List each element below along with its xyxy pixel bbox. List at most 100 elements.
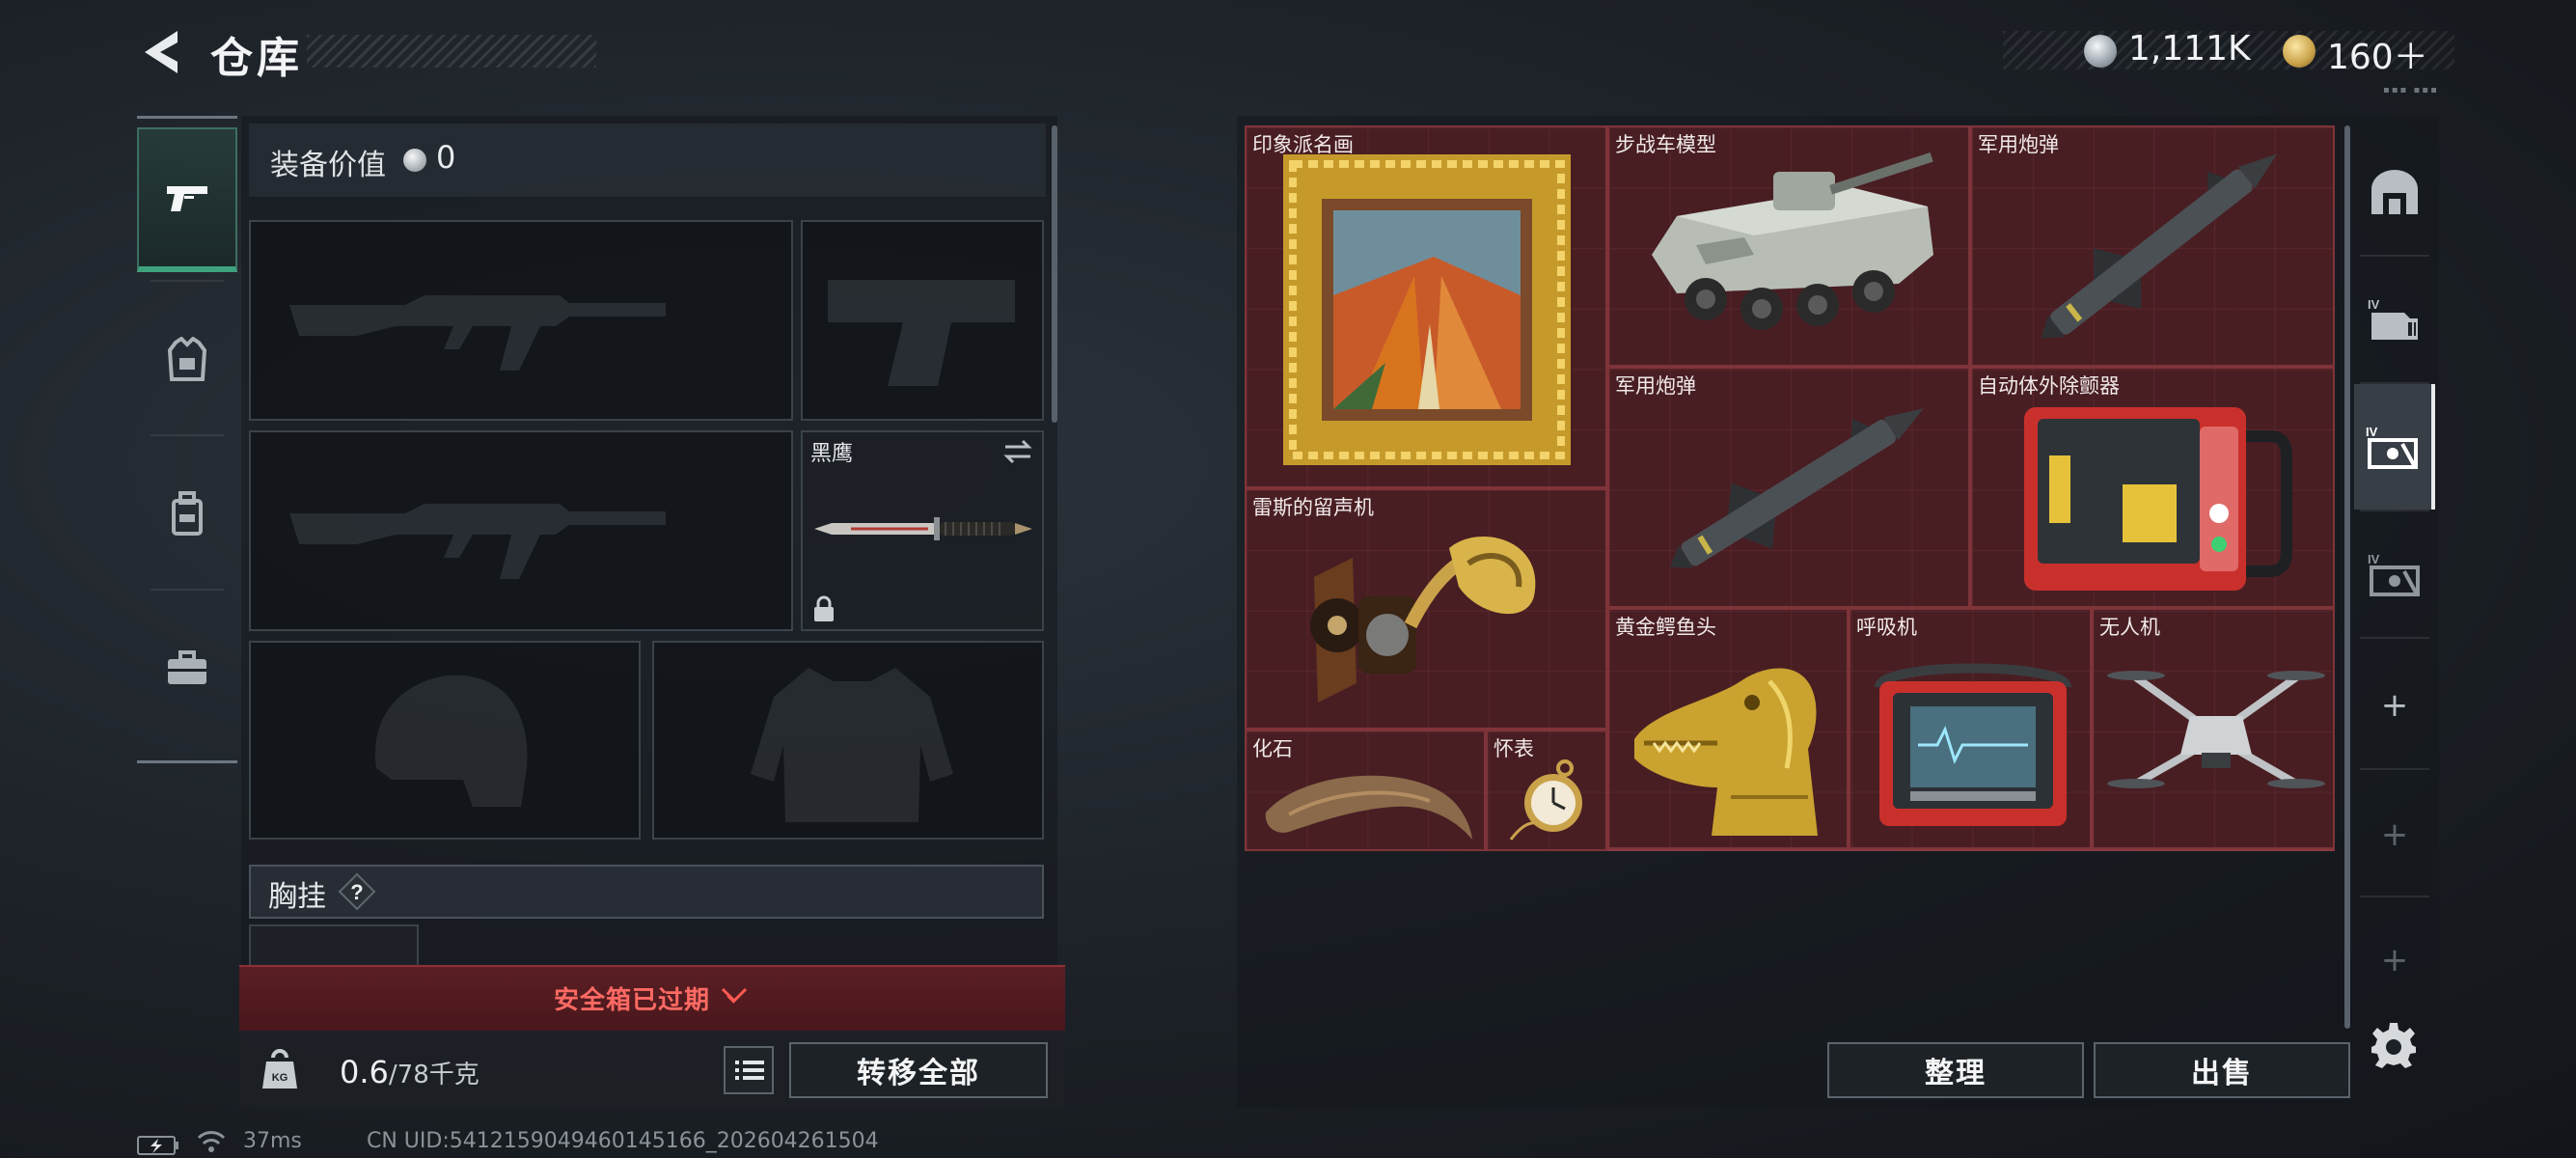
- armored-vehicle-model-icon: [1652, 152, 1933, 330]
- weight-icon: KG: [262, 1049, 297, 1089]
- back-arrow-icon[interactable]: [135, 25, 185, 79]
- melee-name: 黑鹰: [810, 442, 854, 466]
- storage-box-tool-icon: IV: [2368, 552, 2420, 596]
- weight-current: 0.6: [340, 1054, 389, 1090]
- defibrillator-icon: [2024, 407, 2292, 591]
- body-armor-slot[interactable]: [652, 641, 1044, 840]
- storage-tab-3[interactable]: IV: [2354, 384, 2435, 510]
- plus-icon: +: [2380, 686, 2409, 725]
- add-storage-button[interactable]: +: [2354, 643, 2435, 768]
- locked-storage-slot[interactable]: +: [2354, 897, 2435, 1023]
- silver-currency-value: 1,111K: [2128, 29, 2251, 69]
- list-icon: [735, 1061, 764, 1080]
- decoration-dots: ▪▪▪ ▪▪▪: [2383, 85, 2439, 96]
- warehouse-icon: [2371, 170, 2418, 214]
- wifi-icon: [197, 1131, 226, 1152]
- sell-button[interactable]: 出售: [2094, 1042, 2350, 1098]
- storage-item[interactable]: 雷斯的留声机: [1245, 488, 1607, 730]
- missile-icon: [2041, 153, 2278, 339]
- item-name: 无人机: [2099, 616, 2160, 639]
- equipment-value: 0: [436, 139, 456, 176]
- svg-text:IV: IV: [2368, 552, 2380, 566]
- category-armor[interactable]: [137, 288, 237, 432]
- pocket-watch-icon: [1509, 759, 1582, 841]
- helmet-slot[interactable]: [249, 641, 641, 840]
- silver-coin-icon: [403, 149, 426, 172]
- golden-crocodile-head-icon: [1634, 668, 1818, 836]
- plus-icon: +: [2380, 941, 2409, 979]
- rifle-silhouette-icon: [289, 504, 666, 579]
- chest-rig-slot[interactable]: [249, 924, 419, 969]
- title-decoration: [307, 35, 596, 68]
- backpack-icon: [172, 491, 203, 536]
- category-backpack[interactable]: [137, 442, 237, 587]
- pistol-icon: [167, 186, 207, 211]
- lock-icon: [814, 595, 834, 621]
- storage-item[interactable]: 印象派名画: [1245, 125, 1607, 488]
- storage-box-tool-icon: IV: [2366, 425, 2418, 469]
- melee-slot[interactable]: 黑鹰: [801, 430, 1044, 631]
- pistol-silhouette-icon: [828, 280, 1015, 386]
- locked-storage-slot[interactable]: +: [2354, 772, 2435, 897]
- storage-item[interactable]: 黄金鳄鱼头: [1607, 608, 1849, 849]
- category-case[interactable]: [137, 596, 237, 741]
- weight-readout: 0.6/78千克: [340, 1054, 480, 1090]
- weight-max: /78千克: [388, 1061, 480, 1089]
- storage-box-icon: IV: [2368, 297, 2418, 340]
- storage-item[interactable]: 怀表: [1486, 730, 1607, 851]
- chevron-down-icon[interactable]: [720, 984, 749, 1009]
- transfer-all-button[interactable]: 转移全部: [789, 1042, 1048, 1098]
- storage-tab-4[interactable]: IV: [2354, 511, 2435, 637]
- chest-rig-label: 胸挂: [268, 880, 326, 914]
- ping-value: 37ms: [243, 1129, 302, 1153]
- svg-text:KG: KG: [272, 1072, 288, 1084]
- armor-vest-icon: [167, 337, 207, 381]
- storage-tab-main[interactable]: [2354, 129, 2435, 255]
- combat-knife-icon: [814, 517, 1032, 540]
- page-title: 仓库: [210, 34, 303, 83]
- helmet-silhouette-icon: [374, 675, 528, 807]
- storage-item[interactable]: 军用炮弹: [1970, 125, 2335, 367]
- missile-icon: [1669, 408, 1924, 568]
- battery-charging-icon: [137, 1136, 178, 1155]
- storage-item[interactable]: 自动体外除颤器: [1970, 367, 2335, 608]
- list-view-button[interactable]: [724, 1046, 774, 1094]
- gramophone-icon: [1310, 536, 1536, 703]
- category-weapons[interactable]: [137, 127, 237, 272]
- equipment-scrollbar[interactable]: [1052, 125, 1057, 423]
- storage-tab-2[interactable]: IV: [2354, 257, 2435, 382]
- drone-icon: [2107, 671, 2325, 788]
- storage-item[interactable]: 化石: [1245, 730, 1486, 851]
- storage-item[interactable]: 军用炮弹: [1607, 367, 1970, 608]
- pistol-slot[interactable]: [801, 220, 1044, 421]
- storage-item[interactable]: 步战车模型: [1607, 125, 1970, 367]
- item-name: 呼吸机: [1856, 616, 1917, 639]
- user-uid: CN UID:5412159049460145166_202604261504: [367, 1129, 879, 1153]
- item-name: 雷斯的留声机: [1252, 496, 1374, 519]
- silver-coin-icon: [2084, 35, 2117, 68]
- item-name: 黄金鳄鱼头: [1615, 616, 1716, 639]
- rail-bottom-border: [137, 760, 237, 763]
- primary-weapon-slot-2[interactable]: [249, 430, 793, 631]
- storage-scrollbar[interactable]: [2344, 125, 2350, 1029]
- safe-box-status: 安全箱已过期: [554, 986, 711, 1015]
- storage-item[interactable]: 呼吸机: [1849, 608, 2092, 849]
- svg-text:IV: IV: [2366, 425, 2378, 439]
- swap-arrows-icon[interactable]: [1001, 438, 1034, 465]
- storage-item[interactable]: 无人机: [2092, 608, 2335, 849]
- framed-painting-icon: [1283, 154, 1571, 465]
- briefcase-icon: [168, 650, 206, 684]
- tidy-button[interactable]: 整理: [1827, 1042, 2084, 1098]
- gold-coin-icon: [2283, 35, 2316, 68]
- equipment-value-label: 装备价值: [270, 149, 386, 182]
- rifle-silhouette-icon: [289, 295, 666, 371]
- ventilator-icon: [1875, 663, 2071, 826]
- gear-icon[interactable]: [2370, 1021, 2418, 1069]
- armor-silhouette-icon: [751, 668, 953, 822]
- svg-text:IV: IV: [2368, 297, 2380, 312]
- primary-weapon-slot-1[interactable]: [249, 220, 793, 421]
- help-icon[interactable]: ?: [338, 872, 376, 911]
- plus-icon: +: [2380, 815, 2409, 854]
- gold-currency-value[interactable]: 160＋: [2327, 29, 2428, 79]
- item-name: 自动体外除颤器: [1978, 374, 2120, 398]
